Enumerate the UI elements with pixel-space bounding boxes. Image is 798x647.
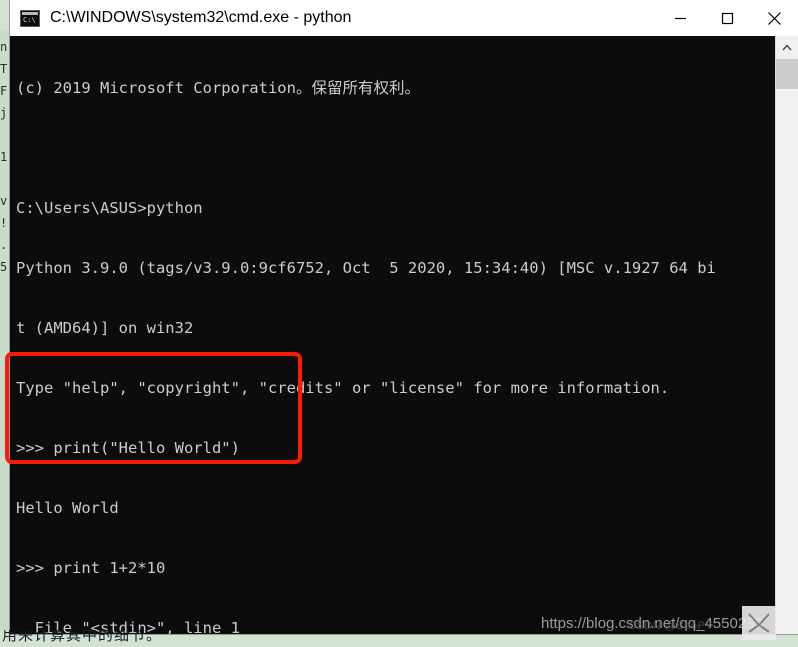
console-line: Type "help", "copyright", "credits" or "… [16,379,670,397]
cmd-console-icon [20,9,40,27]
watermark-logo-text: CSDN @BeoPY [628,620,714,632]
window-controls [657,0,798,36]
background-bottom-text: 用来计算其中的细节。 [2,630,163,644]
console-scrollbar[interactable] [775,36,798,634]
console-line: Hello World [16,499,119,517]
console-line: >>> print("Hello World") [16,439,240,457]
maximize-button[interactable] [704,0,751,36]
console-output-area[interactable]: (c) 2019 Microsoft Corporation。保留所有权利。 C… [10,36,776,634]
close-button[interactable] [751,0,798,36]
console-line: t (AMD64)] on win32 [16,319,194,337]
screenshot-root: 者 n T F j 1 v ! . 5 C:\WINDOWS\system32\… [0,0,798,647]
minimize-button[interactable] [657,0,704,36]
console-line: C:\Users\ASUS>python [16,199,203,217]
scroll-thumb[interactable] [776,59,798,89]
console-line: (c) 2019 Microsoft Corporation。保留所有权利。 [16,79,420,97]
title-bar[interactable]: C:\WINDOWS\system32\cmd.exe - python [10,0,798,37]
window-title: C:\WINDOWS\system32\cmd.exe - python [50,9,352,26]
scroll-up-arrow[interactable] [776,36,798,58]
console-line: Python 3.9.0 (tags/v3.9.0:9cf6752, Oct 5… [16,259,716,277]
cmd-window[interactable]: C:\WINDOWS\system32\cmd.exe - python [10,0,798,634]
console-line: >>> print 1+2*10 [16,559,166,577]
scroll-track[interactable] [776,89,798,634]
csdn-logo-icon [742,606,776,640]
console-text: (c) 2019 Microsoft Corporation。保留所有权利。 C… [16,38,716,634]
